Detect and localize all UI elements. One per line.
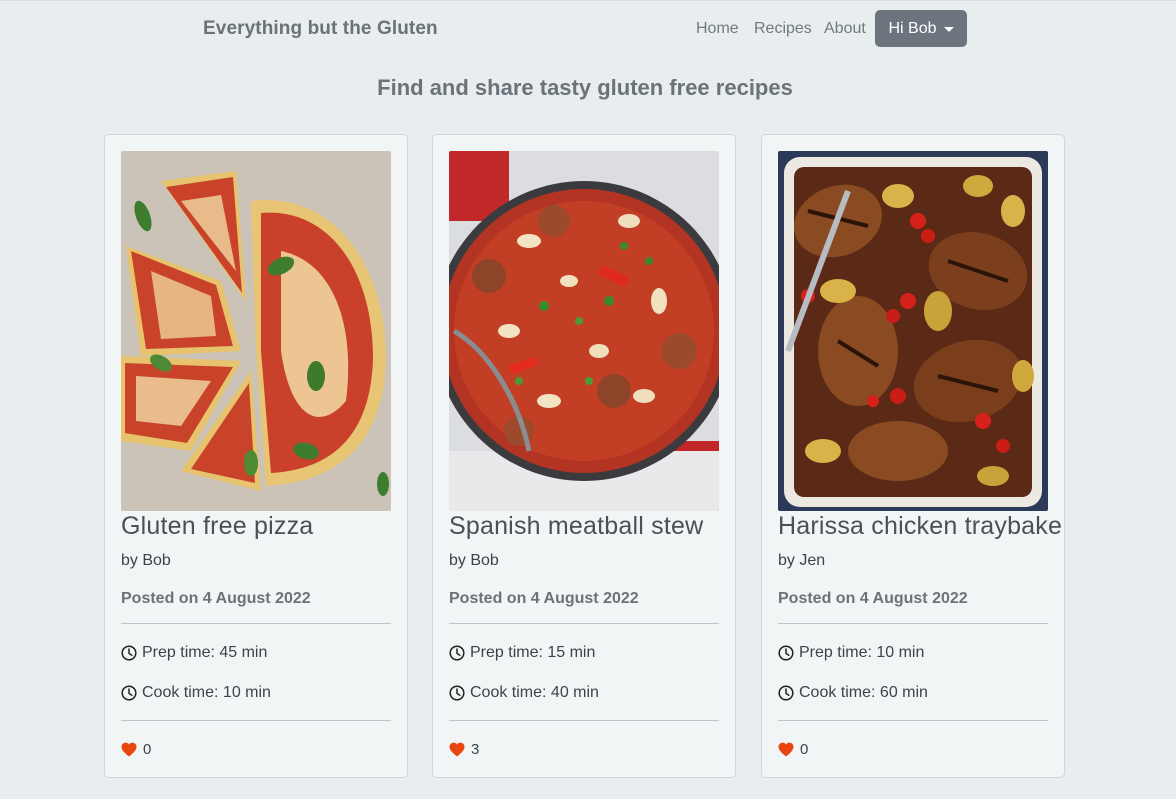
nav-home[interactable]: Home <box>696 20 739 38</box>
prep-time: Prep time: 45 min <box>121 644 267 662</box>
divider <box>778 720 1048 721</box>
recipe-image-pizza[interactable] <box>121 151 391 511</box>
brand-logo[interactable]: Everything but the Gluten <box>203 18 438 40</box>
cook-time-text: Cook time: 60 min <box>799 684 928 701</box>
like-counter: 3 <box>449 741 479 758</box>
like-count: 0 <box>800 741 809 758</box>
divider <box>121 720 391 721</box>
prep-time-text: Prep time: 10 min <box>799 644 925 661</box>
clock-icon <box>449 685 465 701</box>
recipe-title[interactable]: Gluten free pizza <box>121 512 313 541</box>
clock-icon <box>778 685 794 701</box>
pizza-image <box>121 151 391 511</box>
heart-icon[interactable] <box>778 742 794 757</box>
prep-time: Prep time: 15 min <box>449 644 595 662</box>
like-counter: 0 <box>121 741 151 758</box>
divider <box>778 623 1048 624</box>
heart-icon[interactable] <box>449 742 465 757</box>
recipe-author: by Bob <box>121 552 171 569</box>
prep-time-text: Prep time: 45 min <box>142 644 268 661</box>
divider <box>449 720 719 721</box>
clock-icon <box>121 645 137 661</box>
page-headline: Find and share tasty gluten free recipes <box>377 75 793 100</box>
recipe-card[interactable]: Spanish meatball stew by Bob Posted on 4… <box>432 134 736 778</box>
recipe-date: Posted on 4 August 2022 <box>449 590 639 607</box>
recipe-image-stew[interactable] <box>449 151 719 511</box>
like-count: 3 <box>471 741 480 758</box>
recipe-title[interactable]: Spanish meatball stew <box>449 512 703 541</box>
clock-icon <box>121 685 137 701</box>
cook-time-text: Cook time: 10 min <box>142 684 271 701</box>
user-menu-label: Hi Bob <box>888 19 937 37</box>
chicken-image <box>778 151 1048 511</box>
recipe-image-chicken[interactable] <box>778 151 1048 511</box>
recipe-author: by Bob <box>449 552 499 569</box>
like-counter: 0 <box>778 741 808 758</box>
recipe-author: by Jen <box>778 552 826 569</box>
recipe-date: Posted on 4 August 2022 <box>778 590 968 607</box>
caret-down-icon <box>943 26 954 32</box>
user-menu-button[interactable]: Hi Bob <box>875 10 967 47</box>
cook-time: Cook time: 10 min <box>121 684 271 702</box>
cook-time: Cook time: 60 min <box>778 684 928 702</box>
divider <box>121 623 391 624</box>
prep-time: Prep time: 10 min <box>778 644 924 662</box>
nav-recipes[interactable]: Recipes <box>754 20 812 38</box>
like-count: 0 <box>143 741 152 758</box>
stew-image <box>449 151 719 511</box>
recipe-card[interactable]: Gluten free pizza by Bob Posted on 4 Aug… <box>104 134 408 778</box>
recipe-card[interactable]: Harissa chicken traybake by Jen Posted o… <box>761 134 1065 778</box>
nav-about[interactable]: About <box>824 20 866 38</box>
heart-icon[interactable] <box>121 742 137 757</box>
clock-icon <box>778 645 794 661</box>
clock-icon <box>449 645 465 661</box>
prep-time-text: Prep time: 15 min <box>470 644 596 661</box>
recipe-title[interactable]: Harissa chicken traybake <box>778 512 1062 541</box>
recipe-date: Posted on 4 August 2022 <box>121 590 311 607</box>
cook-time-text: Cook time: 40 min <box>470 684 599 701</box>
divider <box>449 623 719 624</box>
navbar: Everything but the Gluten Home Recipes A… <box>0 0 1176 58</box>
cook-time: Cook time: 40 min <box>449 684 599 702</box>
